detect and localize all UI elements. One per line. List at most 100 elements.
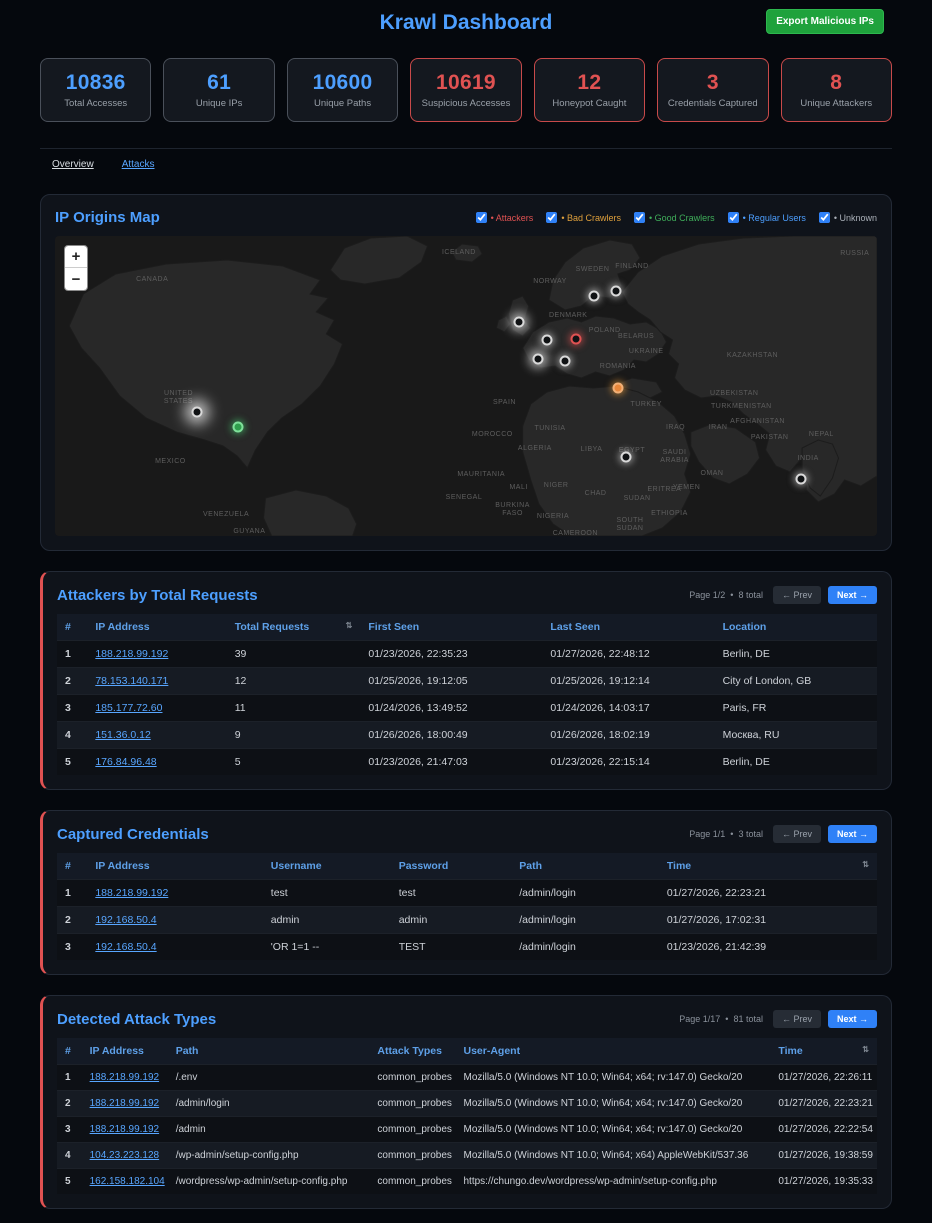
column-header-[interactable]: # — [57, 614, 87, 641]
column-header-path[interactable]: Path — [511, 853, 659, 880]
column-header-total-requests[interactable]: Total Requests⇅ — [227, 614, 361, 641]
attackers-table: #IP AddressTotal Requests⇅First SeenLast… — [57, 614, 877, 775]
next-page-button[interactable]: Next → — [828, 1010, 877, 1028]
table-cell: 176.84.96.48 — [87, 749, 226, 776]
krawl-dashboard-page: Krawl Dashboard Export Malicious IPs 108… — [0, 0, 932, 1223]
table-cell: 01/27/2026, 22:23:21 — [770, 1091, 877, 1117]
sort-icon[interactable]: ⇅ — [862, 1045, 869, 1054]
world-map[interactable]: ICELANDRUSSIACANADANORWAYSWEDENFINLANDDE… — [55, 236, 877, 536]
map-marker-unknown[interactable] — [532, 354, 543, 365]
table-cell: /admin/login — [511, 934, 659, 961]
legend-item-good-crawlers[interactable]: • Good Crawlers — [634, 212, 715, 223]
attacks-table-title: Detected Attack Types — [57, 1011, 216, 1028]
table-cell: 01/27/2026, 22:23:21 — [659, 880, 877, 907]
map-marker-unknown[interactable] — [513, 317, 524, 328]
map-marker-unknown[interactable] — [588, 291, 599, 302]
table-cell: 11 — [227, 695, 361, 722]
stat-label: Unique IPs — [196, 98, 242, 109]
table-cell: City of London, GB — [715, 668, 877, 695]
ip-address-link[interactable]: 192.168.50.4 — [95, 941, 156, 953]
table-row: 2188.218.99.192/admin/logincommon_probes… — [57, 1091, 877, 1117]
legend-checkbox-good-crawlers[interactable] — [634, 212, 645, 223]
map-marker-bad[interactable] — [612, 383, 623, 394]
ip-address-link[interactable]: 151.36.0.12 — [95, 729, 150, 741]
table-cell: 01/27/2026, 19:38:59 — [770, 1143, 877, 1169]
table-cell: /wp-admin/setup-config.php — [168, 1143, 370, 1169]
table-cell: 9 — [227, 722, 361, 749]
column-header-time[interactable]: Time⇅ — [659, 853, 877, 880]
column-header-location[interactable]: Location — [715, 614, 877, 641]
table-cell: 01/27/2026, 22:26:11 — [770, 1065, 877, 1091]
map-marker-unknown[interactable] — [796, 474, 807, 485]
page-info: Page 1/17 • 81 total — [679, 1014, 763, 1024]
ip-address-link[interactable]: 192.168.50.4 — [95, 914, 156, 926]
legend-checkbox-bad-crawlers[interactable] — [546, 212, 557, 223]
table-cell: /admin/login — [511, 907, 659, 934]
zoom-out-button[interactable]: − — [65, 268, 87, 290]
ip-address-link[interactable]: 188.218.99.192 — [90, 1072, 160, 1083]
column-header-time[interactable]: Time⇅ — [770, 1038, 877, 1065]
table-cell: /.env — [168, 1065, 370, 1091]
legend-item-attackers[interactable]: • Attackers — [476, 212, 534, 223]
next-page-button[interactable]: Next → — [828, 586, 877, 604]
column-header-attack-types[interactable]: Attack Types — [369, 1038, 455, 1065]
tab-attacks[interactable]: Attacks — [122, 159, 155, 170]
ip-address-link[interactable]: 162.158.182.104 — [90, 1176, 165, 1187]
table-cell: 01/26/2026, 18:00:49 — [360, 722, 542, 749]
prev-page-button[interactable]: ← Prev — [773, 1010, 821, 1028]
table-row: 3192.168.50.4'OR 1=1 --TEST/admin/login0… — [57, 934, 877, 961]
ip-address-link[interactable]: 188.218.99.192 — [90, 1124, 160, 1135]
zoom-in-button[interactable]: + — [65, 246, 87, 268]
tab-overview[interactable]: Overview — [52, 159, 94, 170]
table-cell: /admin/login — [511, 880, 659, 907]
prev-page-button[interactable]: ← Prev — [773, 825, 821, 843]
legend-checkbox-unknown[interactable] — [819, 212, 830, 223]
ip-address-link[interactable]: 104.23.223.128 — [90, 1150, 160, 1161]
legend-item-regular-users[interactable]: • Regular Users — [728, 212, 806, 223]
map-marker-unknown[interactable] — [610, 286, 621, 297]
column-header-user-agent[interactable]: User-Agent — [456, 1038, 771, 1065]
table-cell: 2 — [57, 1091, 82, 1117]
prev-page-button[interactable]: ← Prev — [773, 586, 821, 604]
export-malicious-ips-button[interactable]: Export Malicious IPs — [766, 9, 884, 34]
column-header-[interactable]: # — [57, 1038, 82, 1065]
next-page-button[interactable]: Next → — [828, 825, 877, 843]
column-header-ip-address[interactable]: IP Address — [87, 614, 226, 641]
sort-icon[interactable]: ⇅ — [862, 860, 869, 869]
map-marker-attacker[interactable] — [571, 334, 582, 345]
column-header-password[interactable]: Password — [391, 853, 512, 880]
ip-address-link[interactable]: 188.218.99.192 — [95, 648, 168, 660]
ip-address-link[interactable]: 185.177.72.60 — [95, 702, 162, 714]
stat-card-suspicious-accesses: 10619Suspicious Accesses — [410, 58, 521, 122]
table-cell: 188.218.99.192 — [87, 880, 262, 907]
column-header-[interactable]: # — [57, 853, 87, 880]
sort-icon[interactable]: ⇅ — [346, 621, 353, 630]
column-header-first-seen[interactable]: First Seen — [360, 614, 542, 641]
column-header-username[interactable]: Username — [263, 853, 391, 880]
ip-address-link[interactable]: 188.218.99.192 — [95, 887, 168, 899]
table-cell: 01/23/2026, 21:47:03 — [360, 749, 542, 776]
column-header-path[interactable]: Path — [168, 1038, 370, 1065]
legend-item-bad-crawlers[interactable]: • Bad Crawlers — [546, 212, 621, 223]
map-zoom-controls: + − — [64, 245, 88, 291]
ip-address-link[interactable]: 176.84.96.48 — [95, 756, 156, 768]
column-header-ip-address[interactable]: IP Address — [87, 853, 262, 880]
table-row: 4104.23.223.128/wp-admin/setup-config.ph… — [57, 1143, 877, 1169]
map-marker-unknown[interactable] — [620, 452, 631, 463]
map-marker-unknown[interactable] — [541, 335, 552, 346]
ip-address-link[interactable]: 78.153.140.171 — [95, 675, 168, 687]
legend-item-unknown[interactable]: • Unknown — [819, 212, 877, 223]
ip-address-link[interactable]: 188.218.99.192 — [90, 1098, 160, 1109]
map-marker-unknown[interactable] — [560, 356, 571, 367]
table-cell: Mozilla/5.0 (Windows NT 10.0; Win64; x64… — [456, 1117, 771, 1143]
column-header-last-seen[interactable]: Last Seen — [542, 614, 714, 641]
column-header-ip-address[interactable]: IP Address — [82, 1038, 168, 1065]
table-cell: TEST — [391, 934, 512, 961]
legend-checkbox-regular-users[interactable] — [728, 212, 739, 223]
map-marker-good[interactable] — [233, 422, 244, 433]
legend-checkbox-attackers[interactable] — [476, 212, 487, 223]
credentials-table-title: Captured Credentials — [57, 826, 209, 843]
page-info: Page 1/2 • 8 total — [689, 590, 763, 600]
map-marker-unknown[interactable] — [191, 407, 202, 418]
attacks-table: #IP AddressPathAttack TypesUser-AgentTim… — [57, 1038, 877, 1194]
